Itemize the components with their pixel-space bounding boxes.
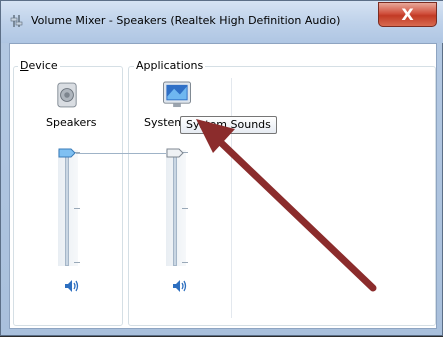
- device-tick-bottom: [74, 262, 80, 263]
- device-app-link-line: [76, 153, 173, 154]
- system-mute-button-icon[interactable]: [171, 278, 189, 294]
- system-tick-bottom: [182, 262, 188, 263]
- system-tick-mid: [182, 208, 188, 209]
- volume-mixer-window: Volume Mixer - Speakers (Realtek High De…: [0, 0, 443, 336]
- system-volume-track[interactable]: [173, 150, 177, 266]
- system-volume-thumb[interactable]: [166, 148, 184, 158]
- applications-group-label: Applications: [134, 59, 206, 72]
- window-title: Volume Mixer - Speakers (Realtek High De…: [31, 14, 341, 27]
- close-button[interactable]: X: [378, 2, 437, 27]
- title-bar[interactable]: Volume Mixer - Speakers (Realtek High De…: [1, 1, 443, 43]
- mixer-panel: Device Applications Speakers System Syst…: [9, 43, 437, 329]
- speaker-device-icon[interactable]: [56, 82, 78, 108]
- device-tick-mid: [74, 208, 80, 209]
- device-group-label: Device: [18, 59, 60, 72]
- app-column-divider: [231, 78, 232, 318]
- volume-mixer-app-icon: [10, 15, 23, 27]
- device-volume-track[interactable]: [65, 150, 69, 266]
- device-volume-thumb[interactable]: [58, 148, 76, 158]
- app-name-system: System: [144, 116, 186, 129]
- close-icon: X: [401, 5, 414, 24]
- system-sounds-icon[interactable]: [162, 81, 192, 108]
- device-name: Speakers: [46, 116, 97, 129]
- tooltip-system-sounds: System Sounds: [180, 116, 277, 134]
- device-mute-button-icon[interactable]: [63, 278, 81, 294]
